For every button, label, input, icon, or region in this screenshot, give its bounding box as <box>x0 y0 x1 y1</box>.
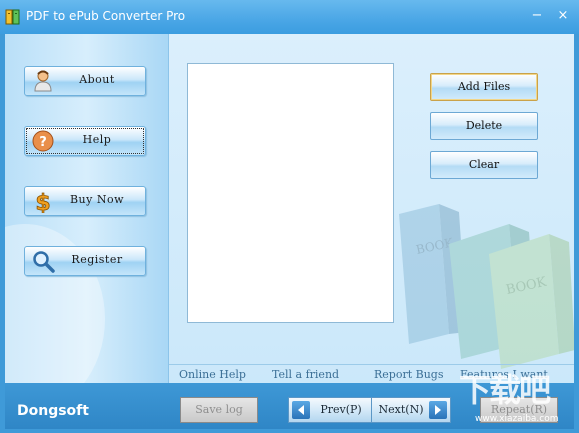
buy-now-button[interactable]: $ Buy Now <box>24 186 146 216</box>
register-button[interactable]: Register <box>24 246 146 276</box>
window-title: PDF to ePub Converter Pro <box>26 9 186 23</box>
main-panel: BOOK BOOK Add Files Delete Clear <box>169 34 574 383</box>
about-label: About <box>79 73 115 86</box>
help-button[interactable]: ? Help <box>24 126 146 156</box>
clear-button[interactable]: Clear <box>430 151 538 179</box>
person-icon <box>31 69 55 93</box>
watermark-url: www.xiazaiba.com <box>475 414 559 424</box>
prev-button[interactable]: Prev(P) <box>288 397 372 423</box>
report-bugs-link[interactable]: Report Bugs <box>374 368 444 381</box>
magnifier-icon <box>31 249 55 273</box>
delete-button[interactable]: Delete <box>430 112 538 140</box>
file-list[interactable] <box>187 63 394 323</box>
help-label: Help <box>82 133 112 146</box>
add-files-button[interactable]: Add Files <box>430 73 538 101</box>
save-log-button[interactable]: Save log <box>180 397 258 423</box>
title-bar: PDF to ePub Converter Pro − × <box>0 0 579 34</box>
brand-name: Dongsoft <box>17 403 89 419</box>
help-icon: ? <box>31 129 55 153</box>
dollar-icon: $ <box>31 189 55 217</box>
prev-label: Prev(P) <box>320 403 362 416</box>
svg-text:$: $ <box>35 191 50 213</box>
register-label: Register <box>71 253 123 266</box>
tell-a-friend-link[interactable]: Tell a friend <box>272 368 339 381</box>
about-button[interactable]: About <box>24 66 146 96</box>
watermark: 下载吧 www.xiazaiba.com <box>455 363 573 429</box>
buy-now-label: Buy Now <box>69 193 125 206</box>
close-button[interactable]: × <box>553 6 573 26</box>
app-book-icon <box>5 8 22 26</box>
next-button[interactable]: Next(N) <box>371 397 451 423</box>
next-label: Next(N) <box>378 403 424 416</box>
minimize-button[interactable]: − <box>527 6 547 26</box>
right-arrow-icon <box>429 401 447 419</box>
online-help-link[interactable]: Online Help <box>179 368 246 381</box>
svg-text:?: ? <box>39 135 47 150</box>
books-illustration: BOOK BOOK <box>399 204 574 369</box>
watermark-logo: 下载吧 <box>459 371 551 409</box>
left-arrow-icon <box>292 401 310 419</box>
sidebar: About ? Help $ Buy Now Register <box>5 34 169 383</box>
